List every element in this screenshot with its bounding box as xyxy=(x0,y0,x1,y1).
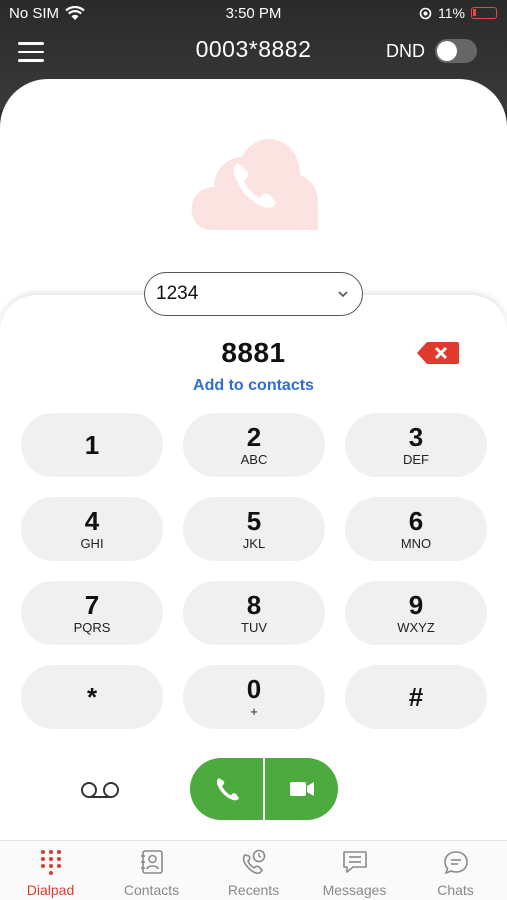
tab-label: Chats xyxy=(437,882,474,898)
voice-call-button[interactable] xyxy=(190,758,263,820)
key-2[interactable]: 2 ABC xyxy=(183,413,325,477)
voicemail-icon[interactable] xyxy=(80,780,120,800)
tab-recents[interactable]: Recents xyxy=(203,841,304,900)
dnd-toggle[interactable] xyxy=(435,39,477,63)
chevron-down-icon xyxy=(338,291,348,298)
tab-label: Messages xyxy=(322,882,387,898)
key-8[interactable]: 8 TUV xyxy=(183,581,325,645)
key-letters: + xyxy=(250,704,258,719)
key-digit: 6 xyxy=(408,506,424,536)
cloud-phone-logo xyxy=(191,138,318,230)
call-button-group xyxy=(190,758,338,820)
battery-icon xyxy=(471,7,497,19)
tab-label: Dialpad xyxy=(26,882,75,898)
key-7[interactable]: 7 PQRS xyxy=(21,581,163,645)
key-digit: 3 xyxy=(408,422,424,452)
key-letters: ABC xyxy=(240,452,268,467)
backspace-icon[interactable] xyxy=(417,341,459,365)
tab-contacts[interactable]: Contacts xyxy=(101,841,202,900)
status-bar: No SIM 3:50 PM 11% xyxy=(0,4,507,24)
recents-icon xyxy=(242,849,265,875)
key-0[interactable]: 0 + xyxy=(183,665,325,729)
key-letters: JKL xyxy=(242,536,266,551)
key-hash[interactable]: # xyxy=(345,665,487,729)
tab-dialpad[interactable]: Dialpad xyxy=(0,841,101,900)
key-letters: DEF xyxy=(403,452,429,467)
key-3[interactable]: 3 DEF xyxy=(345,413,487,477)
account-dropdown-value: 1234 xyxy=(156,283,199,304)
dialpad-icon xyxy=(40,850,61,875)
key-digit: 2 xyxy=(246,422,262,452)
key-1[interactable]: 1 xyxy=(21,413,163,477)
key-letters: WXYZ xyxy=(397,620,435,635)
key-6[interactable]: 6 MNO xyxy=(345,497,487,561)
key-letters: TUV xyxy=(241,620,267,635)
key-digit: 7 xyxy=(84,590,100,620)
tab-chats[interactable]: Chats xyxy=(405,841,506,900)
battery-percent: 11% xyxy=(438,5,465,21)
video-call-button[interactable] xyxy=(265,758,338,820)
key-digit: 8 xyxy=(246,590,262,620)
key-letters: GHI xyxy=(80,536,104,551)
page-title: 0003*8882 xyxy=(195,36,312,62)
key-digit: # xyxy=(408,682,424,712)
key-letters: MNO xyxy=(400,536,432,551)
key-letters: PQRS xyxy=(73,620,111,635)
add-to-contacts-link[interactable]: Add to contacts xyxy=(0,377,507,395)
key-digit: * xyxy=(86,682,98,712)
key-digit: 5 xyxy=(246,506,262,536)
key-9[interactable]: 9 WXYZ xyxy=(345,581,487,645)
chats-icon xyxy=(443,851,468,875)
key-star[interactable]: * xyxy=(21,665,163,729)
orientation-lock-icon xyxy=(419,7,432,19)
tab-messages[interactable]: Messages xyxy=(304,841,405,900)
phone-icon xyxy=(216,778,239,801)
key-digit: 0 xyxy=(246,674,262,704)
messages-icon xyxy=(342,851,367,873)
bottom-tab-bar: Dialpad Contacts Recents Messages Chats xyxy=(0,840,507,900)
tab-label: Contacts xyxy=(123,882,180,898)
tab-label: Recents xyxy=(227,882,280,898)
key-digit: 9 xyxy=(408,590,424,620)
key-digit: 1 xyxy=(84,430,100,460)
dnd-label: DND xyxy=(386,41,425,61)
key-4[interactable]: 4 GHI xyxy=(21,497,163,561)
key-digit: 4 xyxy=(84,506,100,536)
video-camera-icon xyxy=(290,782,314,796)
contacts-icon xyxy=(140,850,163,874)
account-dropdown[interactable]: 1234 xyxy=(144,272,363,316)
key-5[interactable]: 5 JKL xyxy=(183,497,325,561)
